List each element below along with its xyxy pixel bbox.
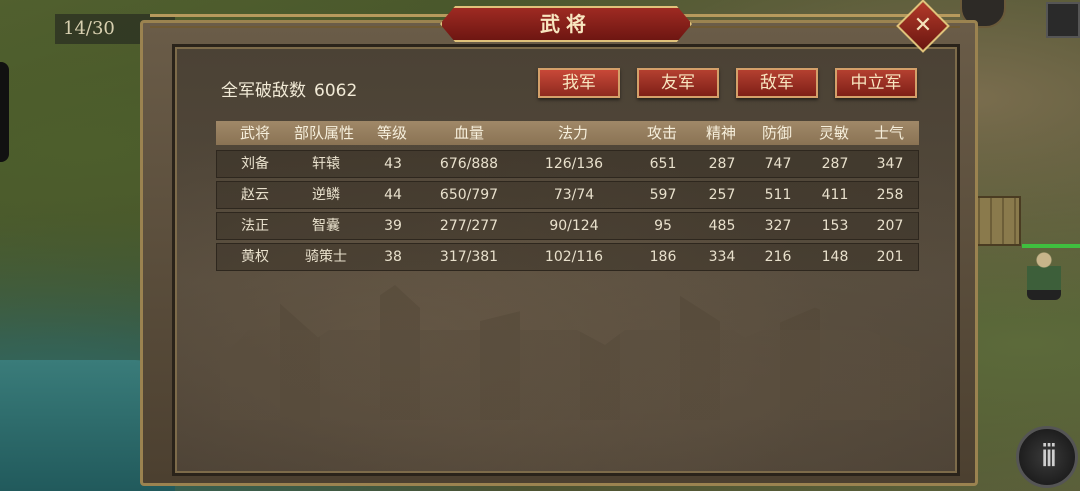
- cell-defense: 216: [764, 249, 792, 265]
- panel-title: 武将: [440, 6, 692, 42]
- table-header: 武将 部队属性 等级 血量 法力 攻击 精神 防御 灵敏 士气: [216, 121, 919, 145]
- total-kills-label: 全军破敌数: [221, 81, 306, 101]
- cell-general: 刘备: [241, 156, 269, 172]
- cell-unit-type: 逆鳞: [312, 187, 340, 203]
- cell-mp: 90/124: [549, 218, 599, 234]
- header-defense: 防御: [761, 124, 793, 142]
- total-kills: 全军破敌数 6062: [221, 76, 357, 101]
- cell-hp: 676/888: [439, 156, 499, 172]
- cell-mp: 73/74: [553, 187, 595, 203]
- cell-morale: 258: [876, 187, 904, 203]
- cell-morale: 347: [876, 156, 904, 172]
- header-agility: 灵敏: [818, 124, 850, 142]
- cell-defense: 747: [764, 156, 792, 172]
- cell-morale: 201: [876, 249, 904, 265]
- cell-attack: 186: [649, 249, 677, 265]
- cell-hp: 650/797: [439, 187, 499, 203]
- tab-neutral-army[interactable]: 中立军: [835, 68, 917, 98]
- cell-spirit: 334: [708, 249, 736, 265]
- cell-unit-type: 智囊: [312, 218, 340, 234]
- tab-enemy-army[interactable]: 敌军: [736, 68, 818, 98]
- header-mp: 法力: [557, 124, 589, 142]
- map-unit-soldier[interactable]: [1027, 250, 1061, 300]
- cell-mp: 126/136: [544, 156, 604, 172]
- tab-allied-army[interactable]: 友军: [637, 68, 719, 98]
- cell-mp: 102/116: [544, 249, 604, 265]
- tab-our-army[interactable]: 我军: [538, 68, 620, 98]
- cell-spirit: 485: [708, 218, 736, 234]
- header-hp: 血量: [453, 124, 485, 142]
- cell-attack: 651: [649, 156, 677, 172]
- table-row[interactable]: 法正 智囊 39 277/277 90/124 95 485 327 153 2…: [216, 212, 919, 240]
- minimap-icon[interactable]: [1046, 2, 1080, 38]
- cell-level: 39: [384, 218, 402, 234]
- close-icon[interactable]: ✕: [904, 7, 942, 45]
- cell-agility: 287: [821, 156, 849, 172]
- cell-agility: 153: [821, 218, 849, 234]
- table-row[interactable]: 刘备 轩辕 43 676/888 126/136 651 287 747 287…: [216, 150, 919, 178]
- cell-hp: 277/277: [439, 218, 499, 234]
- header-general: 武将: [239, 124, 271, 142]
- header-spirit: 精神: [705, 124, 737, 142]
- cell-agility: 148: [821, 249, 849, 265]
- frame-ornament-left: [150, 14, 450, 28]
- cell-unit-type: 骑策士: [305, 249, 347, 265]
- cell-general: 赵云: [241, 187, 269, 203]
- cell-spirit: 257: [708, 187, 736, 203]
- cell-defense: 327: [764, 218, 792, 234]
- table-row[interactable]: 黄权 骑策士 38 317/381 102/116 186 334 216 14…: [216, 243, 919, 271]
- cell-agility: 411: [821, 187, 849, 203]
- menu-button[interactable]: iii: [1016, 426, 1078, 488]
- cell-defense: 511: [764, 187, 792, 203]
- cell-general: 黄权: [241, 249, 269, 265]
- header-level: 等级: [376, 124, 408, 142]
- cell-unit-type: 轩辕: [312, 156, 340, 172]
- header-morale: 士气: [873, 124, 905, 142]
- header-unit-type: 部队属性: [293, 124, 355, 142]
- cell-general: 法正: [241, 218, 269, 234]
- cell-level: 38: [384, 249, 402, 265]
- cell-hp: 317/381: [439, 249, 499, 265]
- cell-level: 44: [384, 187, 402, 203]
- cell-level: 43: [384, 156, 402, 172]
- header-attack: 攻击: [646, 124, 678, 142]
- table-row[interactable]: 赵云 逆鳞 44 650/797 73/74 597 257 511 411 2…: [216, 181, 919, 209]
- cell-attack: 597: [649, 187, 677, 203]
- unit-health-bar: [1022, 244, 1080, 248]
- screen-notch: [0, 62, 9, 162]
- total-kills-value: 6062: [314, 81, 358, 101]
- cell-spirit: 287: [708, 156, 736, 172]
- cell-morale: 207: [876, 218, 904, 234]
- cell-attack: 95: [654, 218, 672, 234]
